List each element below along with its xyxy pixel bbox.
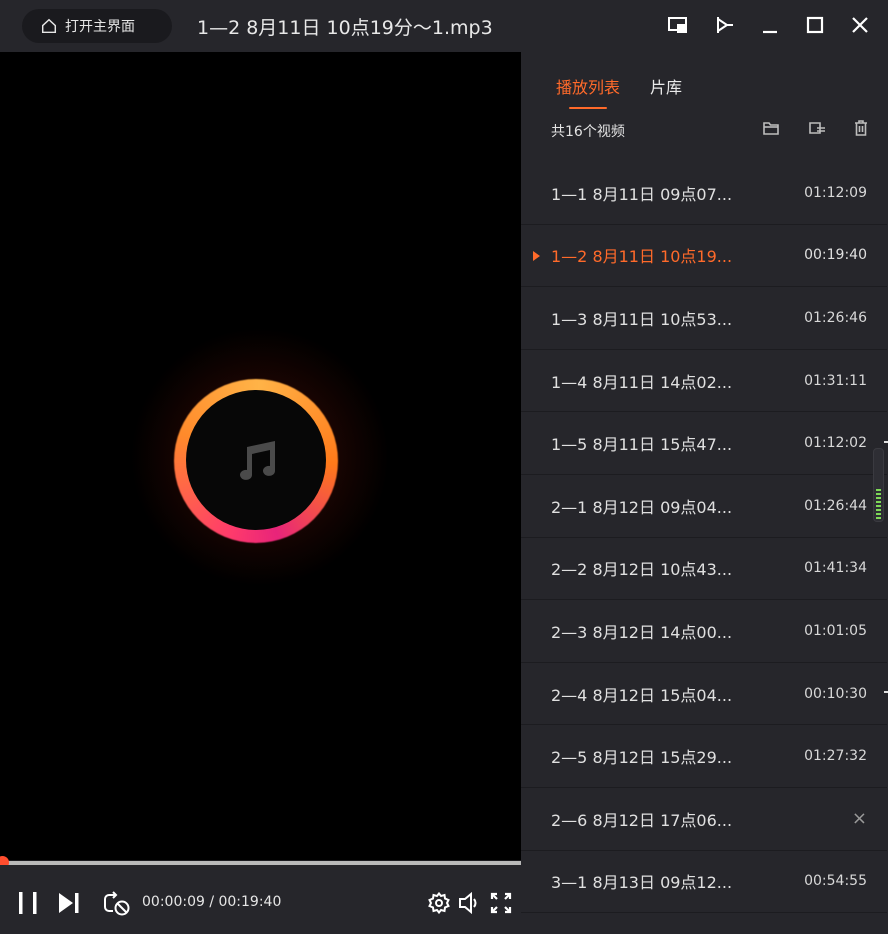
playlist-item-duration: 01:41:34 <box>804 560 867 577</box>
home-button-label: 打开主界面 <box>65 19 135 35</box>
playlist-item-name: 2—4 8月12日 15点04... <box>551 685 733 705</box>
music-note-icon <box>240 441 275 480</box>
playlist-item-name: 2—1 8月12日 09点04... <box>551 497 733 517</box>
playlist-item-duration: 01:01:05 <box>804 622 867 639</box>
pin-button[interactable] <box>710 12 736 38</box>
trash-icon <box>855 120 867 136</box>
playlist-item[interactable]: 1—4 8月11日 14点02... 01:31:11 <box>521 350 887 413</box>
scrollbar-thumb[interactable] <box>876 489 881 519</box>
pin-icon <box>717 17 733 33</box>
playlist-item-name: 1—3 8月11日 10点53... <box>551 309 733 329</box>
edge-mark <box>884 441 888 443</box>
playlist-item-duration: 01:31:11 <box>804 372 867 389</box>
loop-mode-button[interactable] <box>103 891 131 917</box>
screen-icon <box>668 17 687 33</box>
playlist-item[interactable]: 2—1 8月12日 09点04... 01:26:44 <box>521 475 887 538</box>
playlist: 1—1 8月11日 09点07... 01:12:09 1—2 8月11日 10点1… <box>521 162 887 914</box>
video-area[interactable] <box>0 52 521 860</box>
remove-item-icon[interactable]: × <box>852 808 867 829</box>
delete-button[interactable] <box>850 118 872 138</box>
home-icon <box>41 18 57 34</box>
playlist-item-name: 1—1 8月11日 09点07... <box>551 184 733 204</box>
gear-icon <box>428 892 450 914</box>
playlist-item-name: 1—4 8月11日 14点02... <box>551 372 733 392</box>
edge-mark <box>884 691 888 693</box>
open-folder-button[interactable] <box>760 118 782 138</box>
playlist-item-name: 2—3 8月12日 14点00... <box>551 622 733 642</box>
maximize-icon <box>806 16 824 34</box>
playlist-item[interactable]: 1—3 8月11日 10点53... 01:26:46 <box>521 287 887 350</box>
screen-mode-button[interactable] <box>665 12 691 38</box>
playlist-scrollbar[interactable] <box>873 448 884 522</box>
playlist-item-name: 2—5 8月12日 15点29... <box>551 748 733 768</box>
playlist-item[interactable]: 2—4 8月12日 15点04... 00:10:30 <box>521 663 887 726</box>
playlist-item-duration: 01:12:02 <box>804 435 867 452</box>
playlist-item-duration: 00:19:40 <box>804 247 867 264</box>
folder-icon <box>763 122 779 135</box>
playlist-item-name: 1—2 8月11日 10点19... <box>551 247 733 267</box>
playlist-item[interactable]: 1—2 8月11日 10点19... 00:19:40 <box>521 225 887 288</box>
next-button[interactable] <box>56 891 82 915</box>
playlist-panel: 播放列表 片库 共16个视频 1—1 8月11日 09点07... 01:12:0… <box>521 52 888 934</box>
playlist-item[interactable]: 2—3 8月12日 14点00... 01:01:05 <box>521 600 887 663</box>
playlist-item[interactable]: 1—1 8月11日 09点07... 01:12:09 <box>521 162 887 225</box>
control-bar: 00:00:09 / 00:19:40 <box>0 865 521 934</box>
pause-icon <box>19 892 37 914</box>
skip-next-icon <box>59 893 79 913</box>
playlist-item-duration: 01:26:44 <box>804 497 867 514</box>
playlist-item-duration: 00:10:30 <box>804 685 867 702</box>
add-to-list-button[interactable] <box>806 118 828 138</box>
playlist-item-name: 2—6 8月12日 17点06... <box>551 810 733 830</box>
playlist-item[interactable]: 2—2 8月12日 10点43... 01:41:34 <box>521 538 887 601</box>
playlist-add-icon <box>809 122 825 134</box>
close-icon <box>852 17 868 33</box>
playlist-item[interactable]: 2—6 8月12日 17点06... × <box>521 788 887 851</box>
window-title: 1—2 8月11日 10点19分～1.mp3 <box>197 17 493 39</box>
pause-button[interactable] <box>16 891 40 915</box>
settings-button[interactable] <box>428 892 450 914</box>
now-playing-icon <box>533 250 540 261</box>
loop-icon <box>104 891 130 916</box>
fullscreen-button[interactable] <box>490 892 512 914</box>
playlist-item[interactable]: 2—5 8月12日 15点29... 01:27:32 <box>521 725 887 788</box>
volume-button[interactable] <box>458 892 482 914</box>
minimize-button[interactable] <box>757 12 783 38</box>
playlist-item-duration: 01:27:32 <box>804 748 867 765</box>
minimize-icon <box>763 30 777 34</box>
playback-time: 00:00:09 / 00:19:40 <box>142 894 282 910</box>
open-main-interface-button[interactable]: 打开主界面 <box>22 9 172 43</box>
tab-playlist[interactable]: 播放列表 <box>556 74 620 109</box>
playlist-item-duration: 00:54:55 <box>804 873 867 890</box>
playlist-item[interactable]: 3—1 8月13日 09点12... 00:54:55 <box>521 851 887 914</box>
audio-disc <box>186 390 326 530</box>
playlist-item[interactable]: 1—5 8月11日 15点47... 01:12:02 <box>521 412 887 475</box>
maximize-button[interactable] <box>802 12 828 38</box>
playlist-item-name: 1—5 8月11日 15点47... <box>551 435 733 455</box>
tab-library[interactable]: 片库 <box>650 74 682 98</box>
playlist-item-duration: 01:12:09 <box>804 184 867 201</box>
volume-icon <box>459 892 477 914</box>
fullscreen-icon <box>490 892 512 914</box>
panel-tabs: 播放列表 片库 <box>556 74 682 109</box>
close-window-button[interactable] <box>847 12 873 38</box>
video-count: 共16个视频 <box>551 124 625 140</box>
playlist-item-duration: 01:26:46 <box>804 309 867 326</box>
title-bar: 打开主界面 1—2 8月11日 10点19分～1.mp3 <box>0 0 888 52</box>
playlist-item-name: 3—1 8月13日 09点12... <box>551 873 733 893</box>
playlist-item-name: 2—2 8月12日 10点43... <box>551 560 733 580</box>
